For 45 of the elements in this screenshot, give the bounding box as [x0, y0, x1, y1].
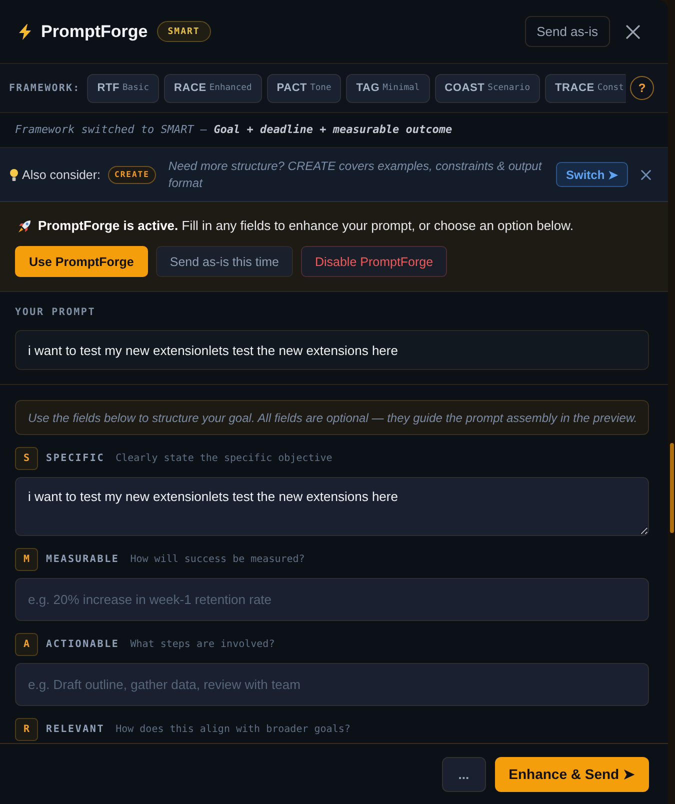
scrollbar-thumb[interactable]: [670, 443, 674, 533]
app-title: PromptForge: [41, 22, 148, 42]
disable-button[interactable]: Disable PromptForge: [300, 246, 448, 277]
framework-label: FRAMEWORK:: [9, 82, 80, 94]
use-button[interactable]: Use PromptForge: [15, 246, 148, 277]
input-field[interactable]: e.g. 20% increase in week-1 retention rate: [15, 578, 649, 621]
letter-badge: M: [15, 548, 38, 571]
framework-chip[interactable]: TRACE Const: [545, 74, 626, 102]
letter-badge: R: [15, 718, 38, 741]
letter-badge: S: [15, 447, 38, 470]
send-as-is-button[interactable]: Send as-is: [524, 16, 610, 47]
suggestion-label: Also consider:: [22, 168, 101, 182]
field-label: SPECIFIC: [46, 453, 105, 464]
field-hint: Clearly state the specific objective: [116, 453, 332, 464]
switch-button[interactable]: Switch ➤: [556, 162, 628, 187]
prompt-label: YOUR PROMPT: [15, 307, 97, 319]
suggestion-text: Need more structure? CREATE covers examples, constraints & output format: [168, 158, 543, 192]
field-hint: How will success be measured?: [130, 554, 305, 565]
lightbulb-icon: [10, 168, 18, 180]
send-as-is-button[interactable]: Send as-is this time: [156, 246, 293, 277]
field-label: MEASURABLE: [46, 554, 120, 565]
text-area[interactable]: i want to test my new extensionlets test the new extensions here: [15, 477, 649, 536]
field-label: ACTIONABLE: [46, 639, 120, 650]
create-badge: CREATE: [108, 166, 156, 184]
banner-message: PromptForge is active. Fill in any fields to enhance your prompt, or choose an option below.: [38, 217, 574, 235]
framework-chip[interactable]: PACT Tone: [266, 74, 342, 102]
framework-chip[interactable]: RACE Enhanced: [164, 74, 262, 102]
field-hint: How does this align with broader goals?: [116, 724, 350, 735]
field-hint: What steps are involved?: [130, 639, 275, 650]
letter-badge: A: [15, 633, 38, 656]
field-label: RELEVANT: [46, 724, 105, 735]
hint-box: Use the fields below to structure your goal. All fields are optional — they guide the prompt assembly in the preview.: [15, 400, 649, 435]
more-button[interactable]: ...: [442, 756, 486, 792]
input-field[interactable]: e.g. Draft outline, gather data, review with team: [15, 663, 649, 706]
rocket-icon: [18, 220, 31, 232]
framework-chip[interactable]: RTF Basic: [87, 74, 159, 102]
framework-chip[interactable]: TAG Minimal: [346, 74, 430, 102]
lightning-icon: [18, 24, 32, 40]
framework-chip[interactable]: COAST Scenario: [434, 74, 540, 102]
framework-badge: SMART: [156, 21, 211, 42]
close-icon[interactable]: [641, 170, 651, 180]
prompt-input[interactable]: i want to test my new extensionlets test the new extensions here: [15, 330, 649, 370]
help-button[interactable]: ?: [630, 76, 654, 100]
close-icon[interactable]: [626, 24, 640, 38]
enhance-send-button[interactable]: Enhance & Send ➤: [494, 756, 649, 792]
